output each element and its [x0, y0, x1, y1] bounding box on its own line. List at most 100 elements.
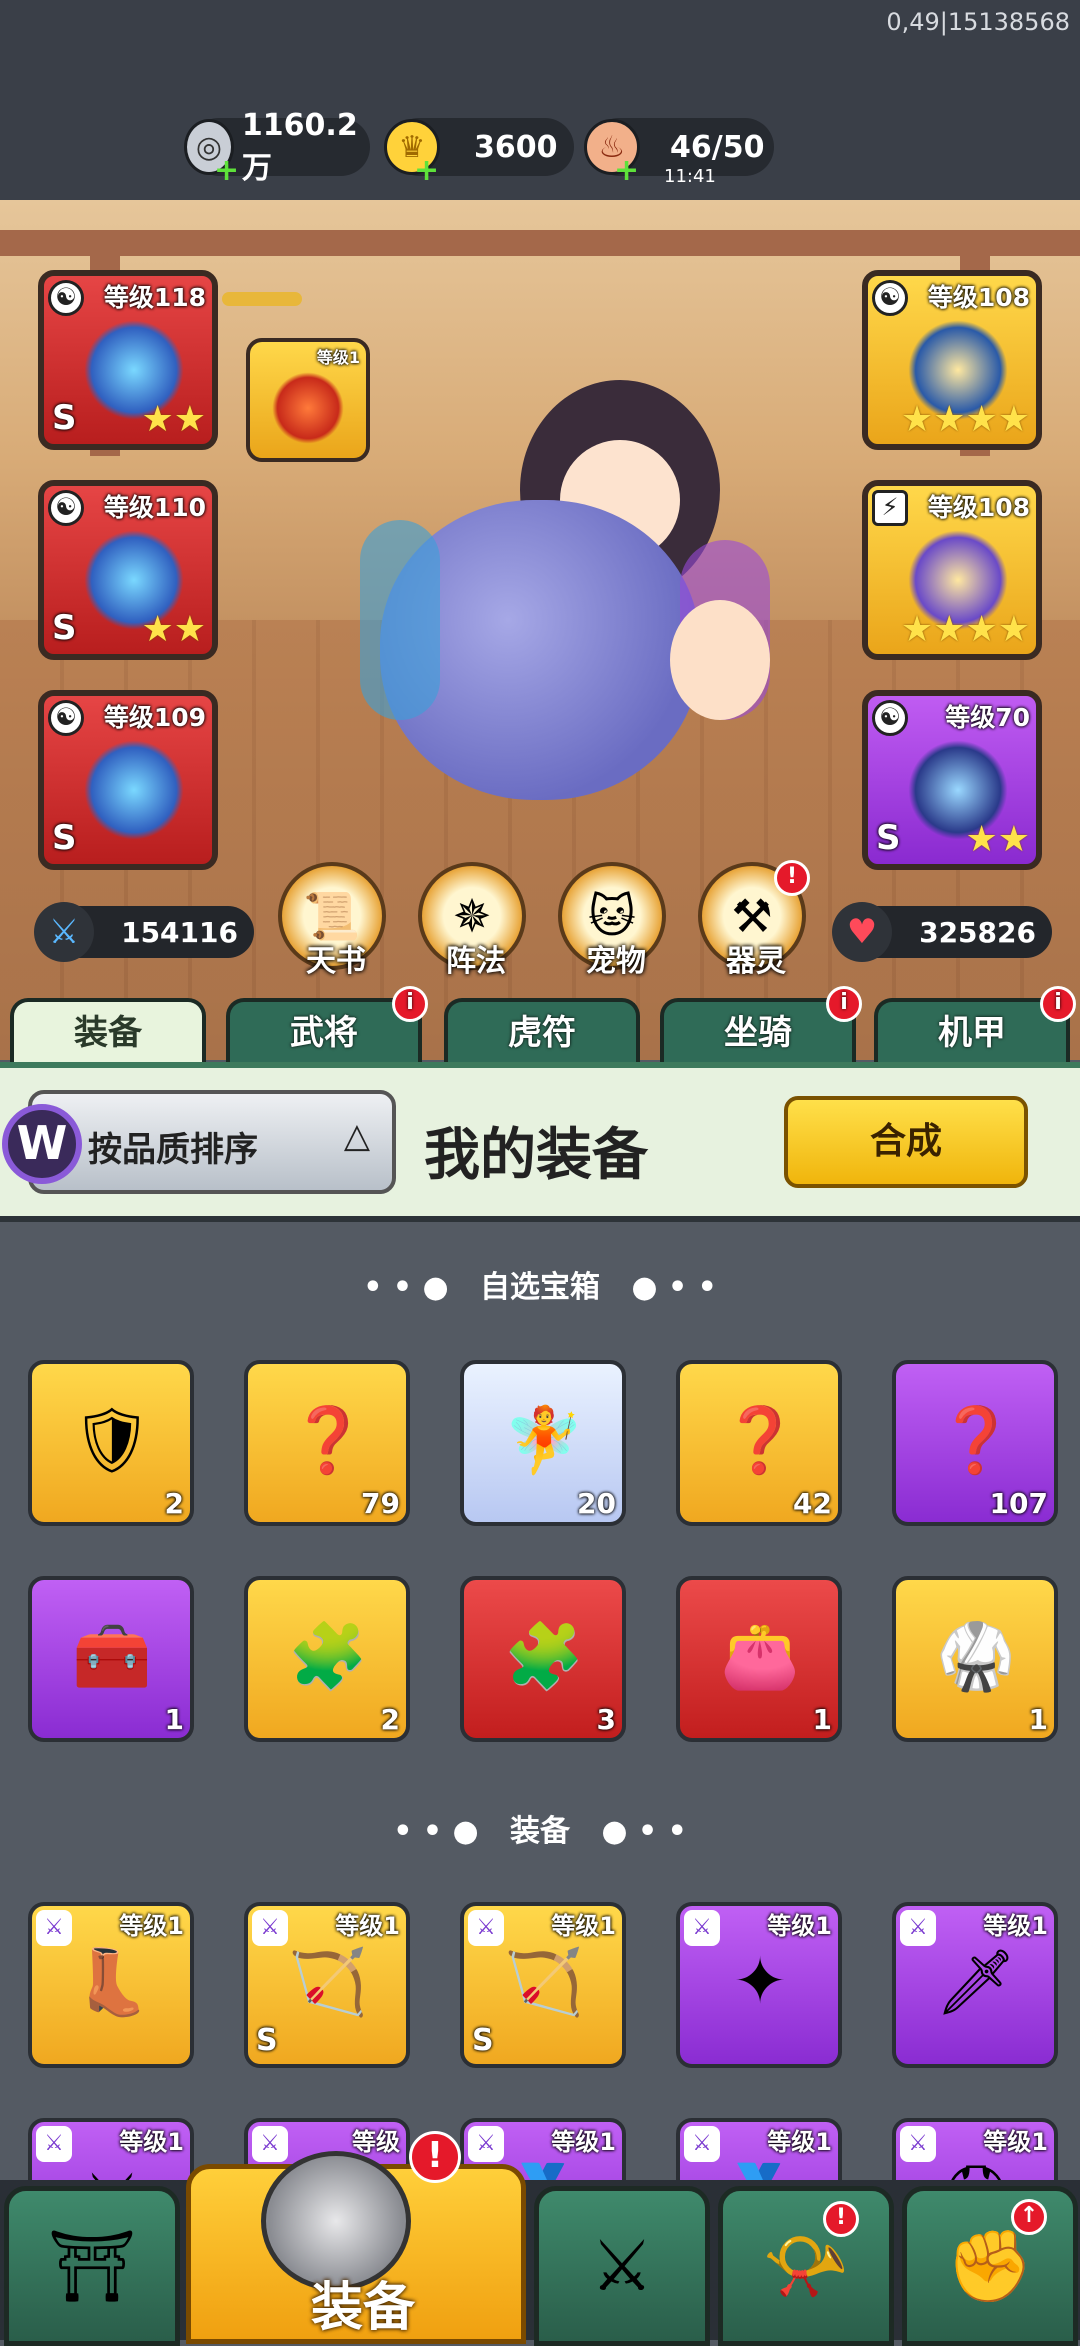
pet-button[interactable]: 🐱 宠物 — [558, 862, 666, 979]
chest-item[interactable]: ❓ 42 — [676, 1360, 842, 1526]
alert-badge: ! — [774, 860, 810, 896]
chest-item[interactable]: 🧩 2 — [244, 1576, 410, 1742]
silver-counter[interactable]: ◎ + 1160.2万 — [184, 108, 370, 188]
chest-item[interactable]: 👛 1 — [676, 1576, 842, 1742]
alert-badge: ↑ — [1011, 2199, 1047, 2235]
puzzle-chest-icon: 🧩 — [504, 1619, 584, 1694]
nav-label: 装备 — [311, 2278, 416, 2338]
yinyang-icon: ☯ — [48, 490, 84, 526]
shuriken-icon: ✦ — [733, 1945, 787, 2019]
item-count: 42 — [793, 1487, 832, 1520]
tab-equipment[interactable]: 装备 — [10, 998, 206, 1068]
stamina-value: 46/50 — [670, 129, 765, 165]
shield-chest-icon: 🛡 — [71, 1403, 153, 1478]
bracer-tag-icon: ⚡ — [872, 490, 908, 526]
equip-type-icon: ⚔ — [684, 2126, 720, 2162]
equip-slot-left-1[interactable]: ☯ 等级118 S ★★ — [38, 270, 218, 450]
slot-level: 等级118 — [103, 283, 206, 312]
item-level: 等级1 — [551, 1912, 616, 1940]
hp-stat: ♥ 325826 — [832, 902, 1052, 962]
chest-item[interactable]: 🧰 1 — [28, 1576, 194, 1742]
tab-mount[interactable]: 坐骑 i — [660, 986, 862, 1068]
alert-badge: ! — [823, 2201, 859, 2237]
grade-label: S — [876, 818, 901, 858]
blade-icon: 🗡 — [935, 1945, 1017, 2020]
mystery-chest-icon: ❓ — [720, 1403, 800, 1478]
dots-icon: ● • • — [570, 1814, 687, 1849]
item-count: 107 — [989, 1487, 1048, 1520]
slot-level: 等级1 — [316, 348, 360, 367]
equipment-item[interactable]: 👢 ⚔ 等级1 — [28, 1902, 194, 2068]
grade-label: S — [52, 818, 77, 858]
stamina-counter[interactable]: ♨ + 46/50 11:41 — [584, 118, 774, 188]
equip-type-icon: ⚔ — [684, 1910, 720, 1946]
token-icon — [272, 372, 344, 444]
item-level: 等级 — [352, 2128, 400, 2156]
feature-label: 宠物 — [586, 944, 646, 979]
slot-level: 等级108 — [927, 493, 1030, 522]
sword-icon: ⚔ — [34, 902, 94, 962]
section-header-equipment: • • ● 装备 ● • • — [0, 1806, 1080, 1850]
spirit-button[interactable]: ⚒ 器灵 ! — [698, 860, 810, 979]
equip-type-icon: ⚔ — [252, 2126, 288, 2162]
chest-item[interactable]: 🥋 1 — [892, 1576, 1058, 1742]
plus-icon[interactable]: + — [214, 153, 239, 188]
equip-slot-left-3[interactable]: ☯ 等级109 S — [38, 690, 218, 870]
equip-type-icon: ⚔ — [36, 2126, 72, 2162]
equip-type-icon: ⚔ — [900, 1910, 936, 1946]
tab-tiger-tally[interactable]: 虎符 — [444, 998, 640, 1068]
heart-icon: ♥ — [832, 902, 892, 962]
crossbow-icon: 🏹 — [504, 1945, 584, 2020]
sort-dropdown[interactable]: 按品质排序 △ — [28, 1090, 396, 1194]
pet-boy[interactable] — [670, 600, 770, 720]
formation-button[interactable]: ✵ 阵法 — [418, 862, 526, 979]
equip-slot-right-1[interactable]: ☯ 等级108 ★★★★ — [862, 270, 1042, 450]
yinyang-icon: ☯ — [872, 280, 908, 316]
nav-city[interactable]: ⛩ — [4, 2186, 180, 2346]
plus-icon[interactable]: + — [414, 153, 439, 188]
hero-card-icon: 🧚 — [504, 1403, 584, 1478]
dots-icon: ● • • — [600, 1270, 717, 1305]
chest-item[interactable]: 🛡 2 — [28, 1360, 194, 1526]
chest-item[interactable]: 🧚 20 — [460, 1360, 626, 1526]
item-count: 3 — [596, 1703, 616, 1736]
equipment-item[interactable]: 🗡 ⚔ 等级1 — [892, 1902, 1058, 2068]
equip-slot-small[interactable]: 等级1 — [246, 338, 370, 462]
slot-level: 等级70 — [945, 703, 1030, 732]
equip-slot-right-3[interactable]: ☯ 等级70 S ★★ — [862, 690, 1042, 870]
nav-equipment[interactable]: ! 装备 — [186, 2131, 526, 2344]
chest-item[interactable]: ❓ 107 — [892, 1360, 1058, 1526]
equip-type-icon: ⚔ — [36, 1910, 72, 1946]
nav-upgrade[interactable]: ✊ ↑ — [902, 2186, 1078, 2346]
swords-icon: ⚔ — [590, 2225, 654, 2307]
equipment-item[interactable]: 🏹 ⚔ 等级1 S — [244, 1902, 410, 2068]
tab-label: 武将 — [290, 1013, 358, 1053]
equipment-item[interactable]: ✦ ⚔ 等级1 — [676, 1902, 842, 2068]
nav-battle[interactable]: ⚔ — [534, 2186, 710, 2346]
chest-item[interactable]: 🧩 3 — [460, 1576, 626, 1742]
tab-mecha[interactable]: 机甲 i — [874, 986, 1076, 1068]
equip-type-icon: ⚔ — [900, 2126, 936, 2162]
merge-button[interactable]: 合成 — [784, 1096, 1028, 1188]
gold-counter[interactable]: ♛ + 3600 — [384, 118, 574, 188]
stamina-timer: 11:41 — [664, 166, 716, 187]
equip-slot-right-2[interactable]: ⚡ 等级108 ★★★★ — [862, 480, 1042, 660]
item-level: 等级1 — [767, 1912, 832, 1940]
info-badge: i — [1040, 986, 1076, 1022]
plus-icon[interactable]: + — [614, 153, 639, 188]
chest-item[interactable]: ❓ 79 — [244, 1360, 410, 1526]
equipment-item[interactable]: 🏹 ⚔ 等级1 S — [460, 1902, 626, 2068]
overlay-logo-icon[interactable]: W — [2, 1104, 82, 1184]
tianshu-button[interactable]: 📜 天书 — [278, 862, 386, 979]
hp-value: 325826 — [919, 916, 1036, 949]
attack-value: 154116 — [121, 916, 238, 949]
treasure-chest-icon: 🧰 — [72, 1619, 152, 1694]
item-level: 等级1 — [551, 2128, 616, 2156]
yinyang-icon: ☯ — [48, 280, 84, 316]
tab-generals[interactable]: 武将 i — [226, 986, 428, 1068]
grade-label: S — [52, 398, 77, 438]
attack-stat: ⚔ 154116 — [34, 902, 254, 962]
nav-recruit[interactable]: 📯! — [718, 2186, 894, 2346]
equip-slot-left-2[interactable]: ☯ 等级110 S ★★ — [38, 480, 218, 660]
item-count: 2 — [380, 1703, 400, 1736]
